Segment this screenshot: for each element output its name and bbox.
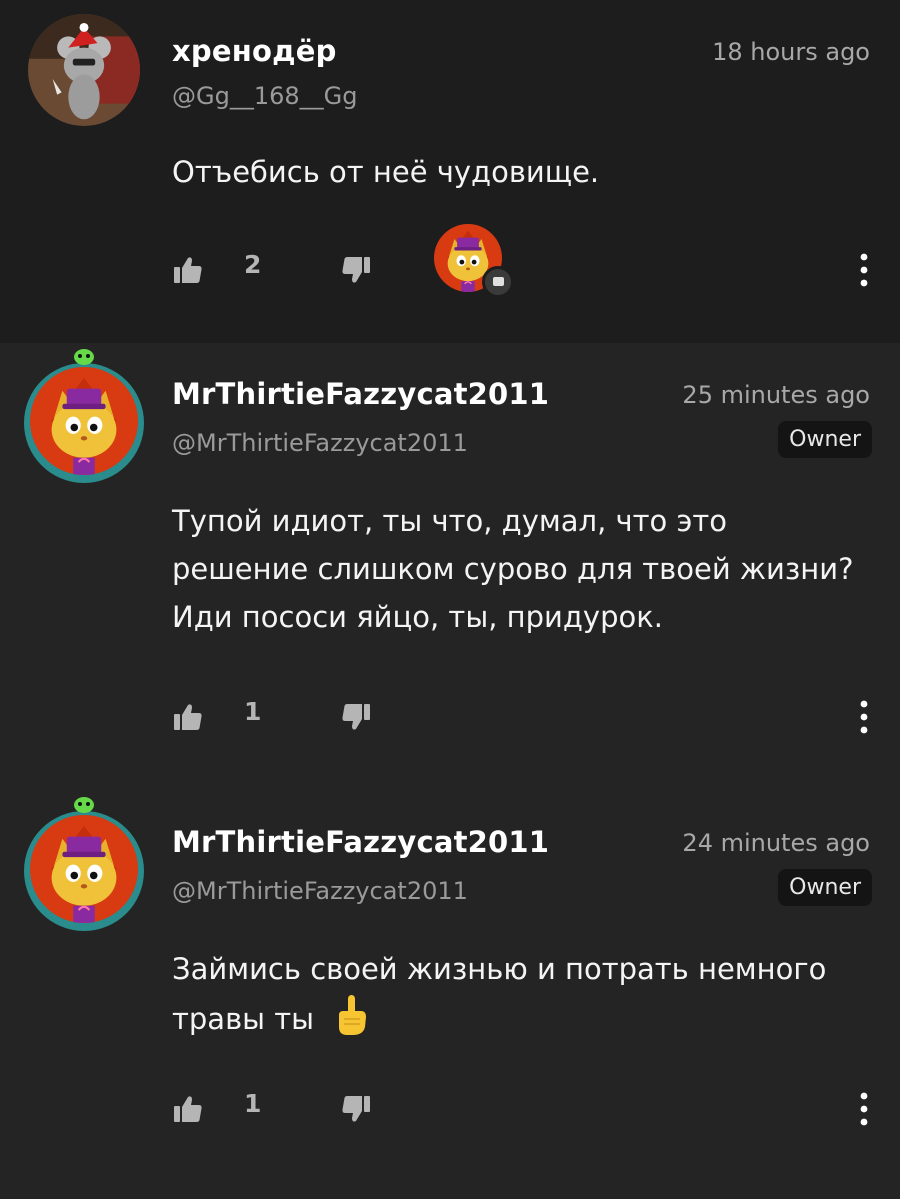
username[interactable]: хренодёр <box>172 34 337 68</box>
user-handle[interactable]: @MrThirtieFazzycat2011 <box>172 429 468 457</box>
comment-text-body: Займись своей жизнью и потрать немного т… <box>172 952 827 1036</box>
avatar[interactable] <box>30 815 138 923</box>
dislike-icon[interactable] <box>340 254 372 286</box>
username[interactable]: MrThirtieFazzycat2011 <box>172 377 549 411</box>
cat-avatar-icon <box>30 367 138 475</box>
user-handle[interactable]: @MrThirtieFazzycat2011 <box>172 877 468 905</box>
like-icon[interactable] <box>172 254 204 286</box>
timestamp: 18 hours ago <box>712 38 870 66</box>
cat-avatar-icon <box>30 815 138 923</box>
comment-text: Тупой идиот, ты что, думал, что это реше… <box>172 504 854 634</box>
dislike-icon[interactable] <box>340 1093 372 1125</box>
like-icon[interactable] <box>172 701 204 733</box>
owner-badge: Owner <box>778 869 872 906</box>
pointing-up-emoji-icon <box>339 995 367 1035</box>
comment-actions: 1 <box>172 693 872 741</box>
more-options-icon[interactable] <box>856 697 872 737</box>
timestamp: 25 minutes ago <box>682 381 870 409</box>
avatar[interactable] <box>30 367 138 475</box>
comment-actions: 2 <box>172 246 872 298</box>
like-icon[interactable] <box>172 1093 204 1125</box>
timestamp: 24 minutes ago <box>682 829 870 857</box>
more-options-icon[interactable] <box>856 250 872 290</box>
dislike-icon[interactable] <box>340 701 372 733</box>
username[interactable]: MrThirtieFazzycat2011 <box>172 825 549 859</box>
owner-badge: Owner <box>778 421 872 458</box>
more-options-icon[interactable] <box>856 1089 872 1129</box>
rat-avatar-icon <box>28 14 140 126</box>
like-count: 1 <box>244 697 262 726</box>
reply-icon[interactable] <box>482 266 514 298</box>
like-count: 2 <box>244 250 262 279</box>
user-handle[interactable]: @Gg__168__Gg <box>172 82 357 110</box>
comment-item: MrThirtieFazzycat2011 @MrThirtieFazzycat… <box>0 343 900 783</box>
comment-actions: 1 <box>172 1085 872 1133</box>
like-count: 1 <box>244 1089 262 1118</box>
avatar[interactable] <box>28 14 140 126</box>
comment-text: Отъебись от неё чудовище. <box>172 155 600 189</box>
comment-item: хренодёр @Gg__168__Gg 18 hours ago Отъеб… <box>0 0 900 343</box>
comment-item: MrThirtieFazzycat2011 @MrThirtieFazzycat… <box>0 783 900 1199</box>
comment-text: Займись своей жизнью и потрать немного т… <box>172 945 862 1043</box>
